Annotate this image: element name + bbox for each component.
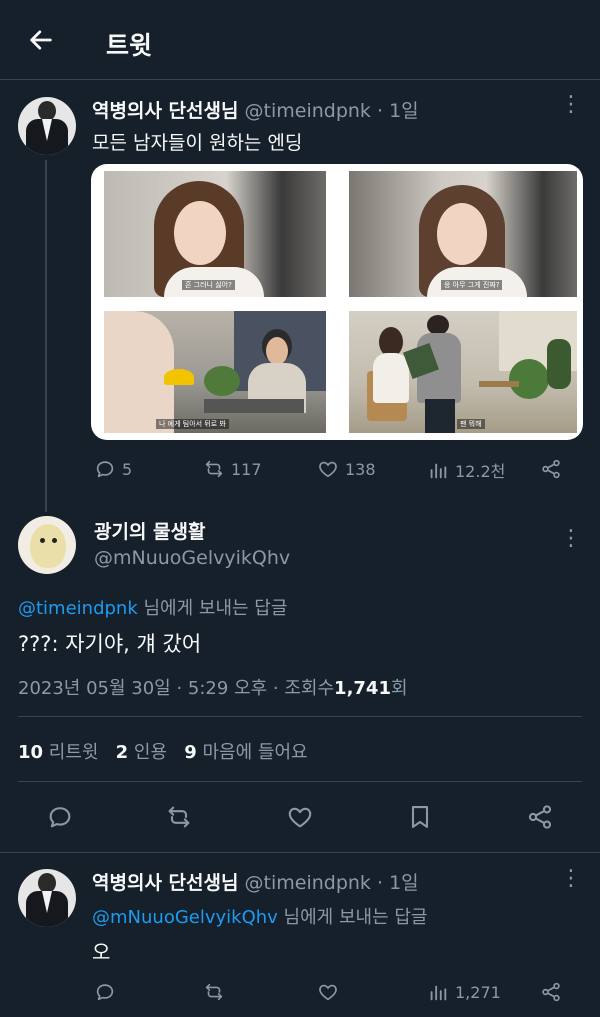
like-button[interactable]: 138: [317, 458, 376, 480]
reply-button[interactable]: [46, 803, 74, 831]
reply-to-suffix: 님에게 보내는 답글: [143, 598, 288, 619]
reply-icon: [49, 807, 71, 828]
display-name[interactable]: 광기의 물생활: [94, 517, 206, 544]
media-image-4[interactable]: 팬 뭐해: [349, 311, 577, 433]
avatar[interactable]: [18, 97, 76, 155]
tweet-datetime[interactable]: 2023년 05월 30일 · 5:29 오후 ·: [18, 678, 279, 699]
retweet-button[interactable]: [203, 981, 225, 1003]
separator: ·: [376, 100, 384, 122]
share-icon: [542, 459, 560, 479]
reply-button[interactable]: 5: [94, 458, 132, 480]
media-subtitle: 흔 그러니 싫어?: [182, 280, 235, 290]
focus-divider: [0, 852, 600, 853]
share-icon: [528, 805, 552, 829]
reply-icon: [96, 461, 114, 478]
engagement-stats: 10 리트윗 2 인용 9 마음에 들어요: [18, 738, 308, 764]
handle[interactable]: @mNuuoGelvyikQhv: [94, 547, 290, 569]
bookmark-button[interactable]: [406, 803, 434, 831]
share-icon: [542, 982, 560, 1002]
views-label: 조회수: [284, 678, 335, 699]
meta-divider: [18, 716, 582, 717]
retweet-icon: [168, 806, 190, 828]
reply-to-handle[interactable]: @timeindpnk: [18, 598, 138, 619]
back-arrow-icon[interactable]: [26, 26, 56, 54]
avatar[interactable]: [18, 516, 76, 574]
reply-context: @mNuuoGelvyikQhv 님에게 보내는 답글: [92, 903, 427, 929]
likes-stat[interactable]: 9 마음에 들어요: [184, 742, 307, 763]
retweets-stat[interactable]: 10 리트윗: [18, 742, 98, 763]
like-icon: [319, 461, 337, 478]
quotes-stat[interactable]: 2 인용: [116, 742, 167, 763]
header-divider: [0, 79, 600, 80]
more-icon[interactable]: ⋮: [560, 94, 582, 116]
reply-icon: [96, 984, 114, 1001]
media-grid[interactable]: 흔 그러니 싫어? 응 아무 그게 진짜? 나 에게 팀아서 뒤로 봐 팬 뭐해: [91, 164, 583, 440]
avatar[interactable]: [18, 869, 76, 927]
retweet-count: 117: [231, 459, 262, 479]
reply-to-handle[interactable]: @mNuuoGelvyikQhv: [92, 907, 278, 928]
tweet1-header: 역병의사 단선생님 @timeindpnk · 1일: [92, 96, 419, 123]
media-subtitle: 응 아무 그게 진짜?: [441, 280, 503, 290]
timestamp[interactable]: 1일: [389, 100, 419, 122]
views-icon: [430, 463, 447, 479]
handle[interactable]: @timeindpnk: [245, 100, 371, 122]
tweet-text: 모든 남자들이 원하는 엔딩: [92, 132, 303, 154]
like-count: 138: [345, 459, 376, 479]
page-title: 트윗: [106, 31, 153, 60]
media-subtitle: 나 에게 팀아서 뒤로 봐: [156, 419, 229, 429]
share-button[interactable]: [540, 458, 562, 480]
thread-line: [45, 160, 47, 512]
display-name[interactable]: 역병의사 단선생님: [92, 872, 238, 894]
timestamp[interactable]: 1일: [389, 872, 419, 894]
views-button[interactable]: 1,271: [427, 981, 501, 1003]
retweet-button[interactable]: 117: [203, 458, 262, 480]
reply-button[interactable]: [94, 981, 116, 1003]
reply-to-suffix: 님에게 보내는 답글: [283, 907, 428, 928]
retweet-button[interactable]: [165, 803, 193, 831]
more-icon[interactable]: ⋮: [560, 528, 582, 550]
media-image-1[interactable]: 흔 그러니 싫어?: [104, 171, 326, 297]
media-image-3[interactable]: 나 에게 팀아서 뒤로 봐: [104, 311, 326, 433]
media-subtitle: 팬 뭐해: [457, 419, 485, 429]
separator: ·: [376, 872, 384, 894]
share-button[interactable]: [540, 981, 562, 1003]
more-icon[interactable]: ⋮: [560, 868, 582, 890]
views-count: 1,741: [334, 678, 391, 699]
media-image-2[interactable]: 응 아무 그게 진짜?: [349, 171, 577, 297]
views-count: 1,271: [455, 982, 501, 1002]
retweet-icon: [205, 460, 223, 478]
reply-count: 5: [122, 459, 133, 479]
views-count: 12.2천: [455, 462, 506, 481]
reply-context: @timeindpnk 님에게 보내는 답글: [18, 594, 287, 620]
retweet-icon: [205, 983, 223, 1001]
display-name[interactable]: 역병의사 단선생님: [92, 100, 238, 122]
tweet-text: ???: 자기야, 걔 갔어: [18, 632, 202, 656]
like-button[interactable]: [317, 981, 339, 1003]
views-icon: [430, 985, 447, 1001]
views-suffix: 회: [390, 678, 408, 699]
stats-divider: [18, 781, 582, 782]
like-icon: [319, 984, 337, 1001]
share-button[interactable]: [526, 803, 554, 831]
views-button[interactable]: 12.2천: [427, 458, 505, 482]
handle[interactable]: @timeindpnk: [245, 872, 371, 894]
like-button[interactable]: [286, 803, 314, 831]
tweet-text: 오: [92, 940, 111, 964]
like-icon: [288, 807, 312, 828]
bookmark-icon: [411, 806, 429, 828]
tweet2-header: 역병의사 단선생님 @timeindpnk · 1일: [92, 868, 419, 895]
tweet-meta: 2023년 05월 30일 · 5:29 오후 · 조회수1,741회: [18, 674, 408, 700]
